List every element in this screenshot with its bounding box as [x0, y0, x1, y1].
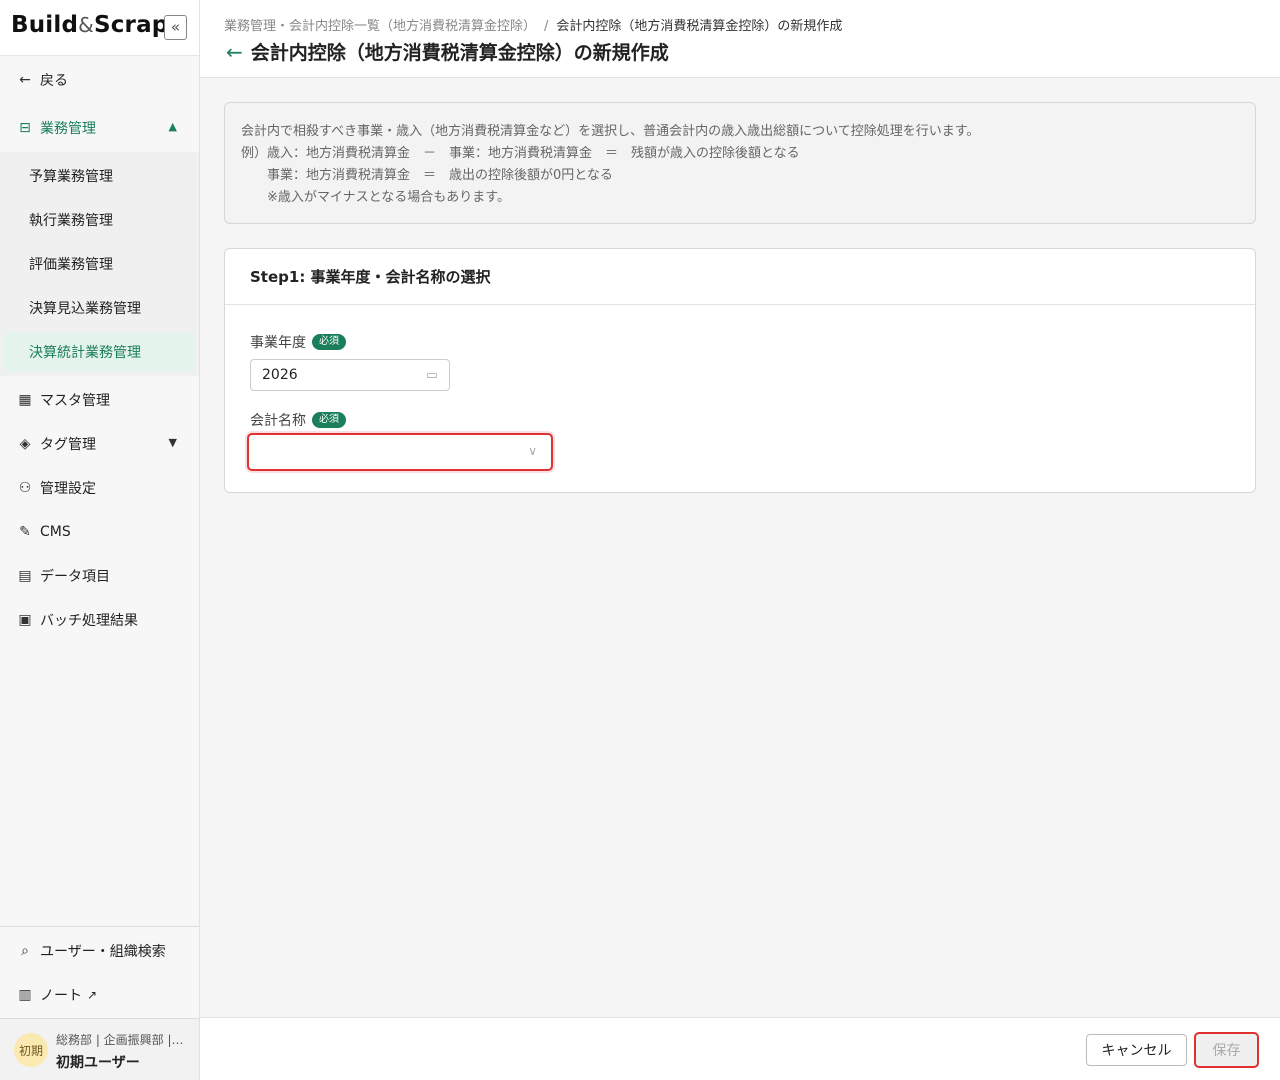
required-badge: 必須: [312, 412, 346, 428]
sidebar-item-notes[interactable]: ▥ ノート ↗: [0, 973, 199, 1017]
account-name-select[interactable]: ∨: [247, 433, 553, 471]
logo-area: Build&Scrap «: [0, 0, 199, 56]
breadcrumb-parent-link[interactable]: 業務管理・会計内控除一覧（地方消費税清算金控除）: [224, 19, 536, 34]
sidebar-item-batch-results[interactable]: ▣ バッチ処理結果: [0, 598, 199, 642]
sidebar-back[interactable]: ← 戻る: [0, 58, 199, 102]
sidebar-item-budget[interactable]: 予算業務管理: [0, 154, 199, 198]
user-settings-icon: ⚇: [18, 480, 32, 496]
double-chevron-left-icon: «: [170, 18, 181, 36]
chevron-down-icon: ∨: [528, 444, 537, 458]
sidebar-item-data-fields[interactable]: ▤ データ項目: [0, 554, 199, 598]
book-icon: ▥: [18, 987, 32, 1003]
sidebar-submenu: 予算業務管理 執行業務管理 評価業務管理 決算見込業務管理 決算統計業務管理: [0, 152, 199, 376]
collapse-sidebar-button[interactable]: «: [164, 15, 187, 40]
user-organization: 総務部 | 企画振興部 | …: [56, 1033, 186, 1047]
calendar-icon: ▭: [425, 368, 438, 383]
user-name: 初期ユーザー: [56, 1055, 140, 1071]
save-button[interactable]: 保存: [1194, 1032, 1259, 1068]
account-name-label: 会計名称 必須: [250, 410, 346, 430]
sidebar-item-settlement-statistics[interactable]: 決算統計業務管理: [4, 332, 195, 372]
external-link-icon: ↗: [87, 988, 98, 1002]
search-icon: ⌕: [21, 943, 29, 959]
back-arrow-icon[interactable]: ←: [226, 40, 243, 64]
sidebar-item-cms[interactable]: ✎ CMS: [0, 510, 199, 554]
breadcrumb-separator: /: [544, 19, 549, 34]
sidebar-group-task-management[interactable]: ⊟ 業務管理 ▲: [0, 106, 199, 150]
cancel-button[interactable]: キャンセル: [1086, 1034, 1187, 1066]
sidebar-item-master[interactable]: ▦ マスタ管理: [0, 378, 199, 422]
user-profile[interactable]: 初期 総務部 | 企画振興部 | … 初期ユーザー: [0, 1018, 199, 1080]
task-list-icon: ⊟: [19, 120, 31, 136]
step1-card: Step1: 事業年度・会計名称の選択 事業年度 必須 2026 ▭ 会計名称 …: [224, 248, 1256, 493]
fiscal-year-picker[interactable]: 2026 ▭: [250, 359, 450, 391]
tag-icon: ◈: [19, 436, 31, 452]
sidebar-item-execution[interactable]: 執行業務管理: [0, 198, 199, 242]
table-icon: ▦: [18, 392, 32, 408]
document-icon: ▤: [18, 568, 32, 584]
avatar: 初期: [14, 1033, 48, 1067]
breadcrumb: 業務管理・会計内控除一覧（地方消費税清算金控除） / 会計内控除（地方消費税清算金控…: [224, 15, 842, 34]
chevron-up-icon: ▲: [168, 120, 177, 133]
sidebar-item-admin-settings[interactable]: ⚇ 管理設定: [0, 466, 199, 510]
arrow-left-icon: ←: [19, 72, 31, 88]
sidebar-divider: [0, 926, 199, 927]
info-line: 例）歳入：地方消費税清算金 － 事業：地方消費税清算金 ＝ 残額が歳入の控除後額…: [241, 146, 800, 161]
required-badge: 必須: [312, 334, 346, 350]
info-box: 会計内で相殺すべき事業・歳入（地方消費税清算金など）を選択し、普通会計内の歳入歳…: [224, 102, 1256, 224]
sidebar-item-tags[interactable]: ◈ タグ管理 ▼: [0, 422, 199, 466]
fiscal-year-label: 事業年度 必須: [250, 332, 346, 352]
sidebar-item-evaluation[interactable]: 評価業務管理: [0, 242, 199, 286]
sidebar-item-settlement-forecast[interactable]: 決算見込業務管理: [0, 286, 199, 330]
page-header: 業務管理・会計内控除一覧（地方消費税清算金控除） / 会計内控除（地方消費税清算金控…: [200, 0, 1280, 78]
page-title: 会計内控除（地方消費税清算金控除）の新規作成: [250, 42, 669, 64]
terminal-icon: ▣: [18, 612, 32, 628]
step1-title: Step1: 事業年度・会計名称の選択: [225, 249, 1255, 305]
sidebar-item-user-search[interactable]: ⌕ ユーザー・組織検索: [0, 929, 199, 973]
edit-icon: ✎: [19, 524, 31, 540]
sidebar: Build&Scrap « ← 戻る ⊟ 業務管理 ▲ 予算業務管理 執行業務管…: [0, 0, 200, 1080]
footer-bar: キャンセル 保存: [200, 1017, 1280, 1080]
info-line: 事業：地方消費税清算金 ＝ 歳出の控除後額が0円となる: [241, 168, 613, 183]
page-title-row: ← 会計内控除（地方消費税清算金控除）の新規作成: [226, 38, 669, 65]
logo: Build&Scrap: [11, 12, 169, 38]
info-line: 会計内で相殺すべき事業・歳入（地方消費税清算金など）を選択し、普通会計内の歳入歳…: [241, 124, 980, 139]
chevron-down-icon: ▼: [168, 436, 177, 449]
info-line: ※歳入がマイナスとなる場合もあります。: [241, 190, 510, 205]
breadcrumb-current: 会計内控除（地方消費税清算金控除）の新規作成: [556, 19, 843, 34]
